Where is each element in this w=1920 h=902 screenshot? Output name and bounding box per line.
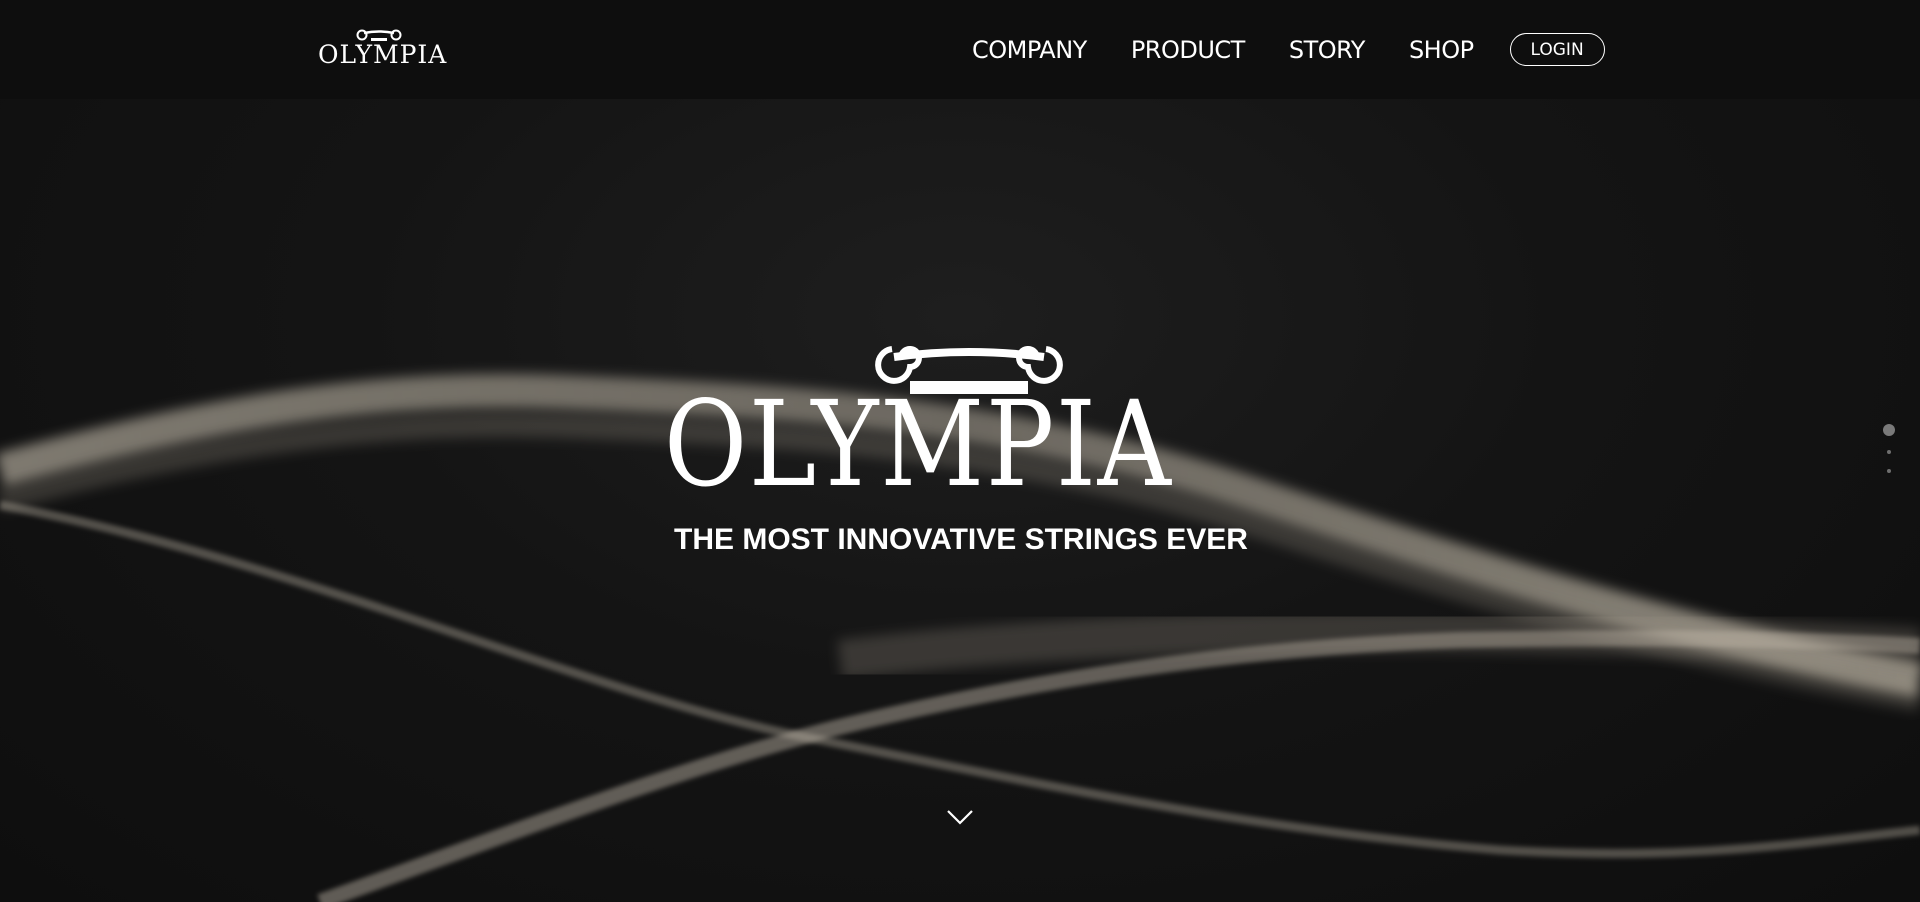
nav-item-product[interactable]: PRODUCT bbox=[1131, 36, 1246, 64]
scroll-down-button[interactable] bbox=[945, 805, 975, 829]
slide-pager bbox=[1882, 424, 1896, 476]
hero-tagline: THE MOST INNOVATIVE STRINGS EVER bbox=[674, 523, 1248, 556]
nav-item-company[interactable]: COMPANY bbox=[972, 36, 1087, 64]
hero-logo: OLYMPIA bbox=[664, 343, 1256, 513]
brand-logo-text: OLYMPIA bbox=[318, 40, 448, 69]
slide-dot-3[interactable] bbox=[1887, 469, 1891, 473]
brand-logo[interactable]: OLYMPIA bbox=[318, 28, 446, 69]
hero-logo-text: OLYMPIA bbox=[664, 375, 1173, 513]
nav-item-shop[interactable]: SHOP bbox=[1409, 36, 1474, 64]
chevron-down-icon bbox=[947, 810, 973, 825]
page: OLYMPIA COMPANY PRODUCT STORY SHOP LOGIN… bbox=[0, 0, 1920, 902]
slide-dot-2[interactable] bbox=[1887, 450, 1891, 454]
slide-dot-1[interactable] bbox=[1883, 424, 1895, 436]
top-navbar: OLYMPIA COMPANY PRODUCT STORY SHOP LOGIN bbox=[0, 0, 1920, 99]
nav-item-story[interactable]: STORY bbox=[1289, 36, 1366, 64]
login-button[interactable]: LOGIN bbox=[1509, 33, 1605, 66]
main-nav: COMPANY PRODUCT STORY SHOP LOGIN bbox=[950, 0, 1605, 99]
